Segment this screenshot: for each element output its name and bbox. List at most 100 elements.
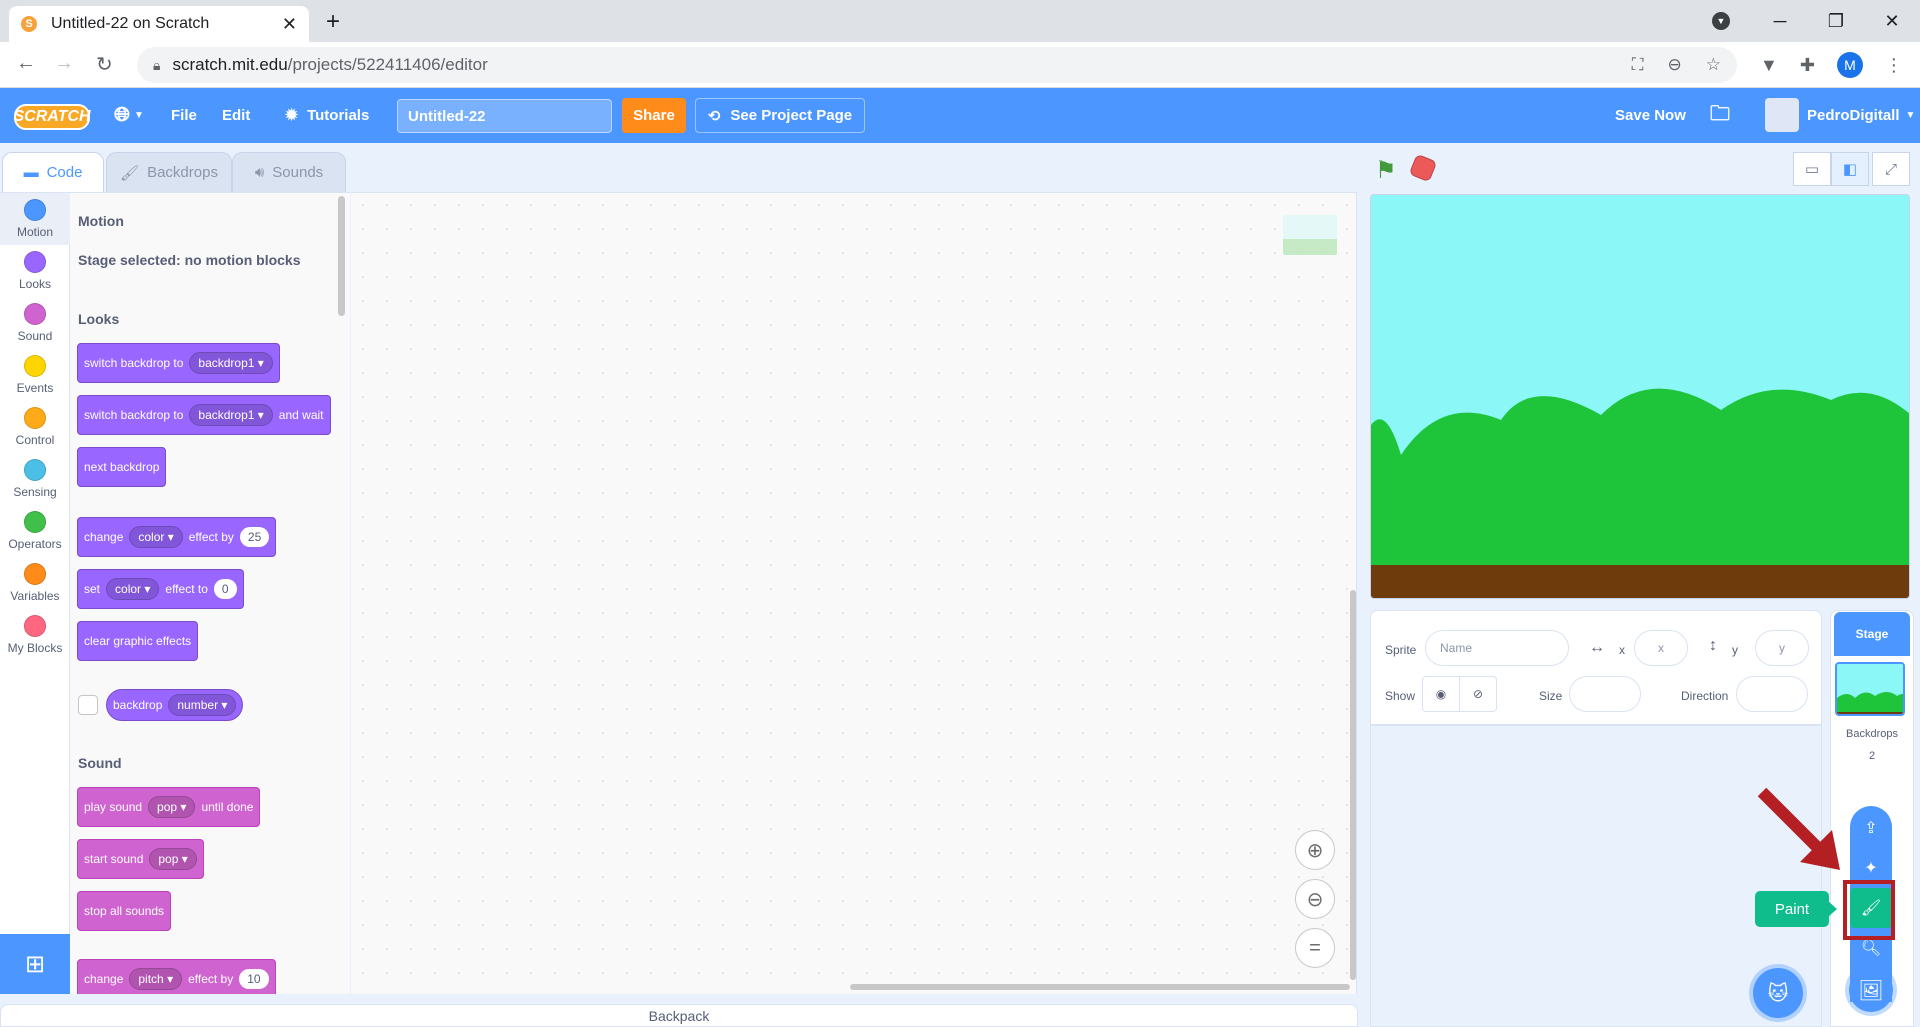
category-looks[interactable]: Looks — [0, 245, 70, 297]
stop-sign-icon[interactable] — [1408, 153, 1438, 183]
zoom-out-button[interactable]: ⊖ — [1295, 879, 1335, 919]
file-menu[interactable]: File — [171, 88, 197, 143]
my-stuff-folder-icon[interactable]: 🗀 — [1710, 88, 1730, 143]
category-control[interactable]: Control — [0, 401, 70, 453]
stage-canvas[interactable] — [1370, 194, 1910, 599]
choose-backdrop-button[interactable]: 🖼︎ — [1849, 968, 1893, 1012]
see-project-page-button[interactable]: ⟲ See Project Page — [695, 98, 865, 133]
pitch-amount-input[interactable]: 10 — [239, 969, 269, 989]
effect-dropdown[interactable]: color ▾ — [129, 526, 183, 548]
tab-search-icon[interactable]: ▼ — [1712, 12, 1730, 30]
edit-menu[interactable]: Edit — [222, 88, 250, 143]
palette-scrollbar[interactable] — [338, 196, 345, 316]
category-motion[interactable]: Motion — [0, 193, 70, 245]
effect-dropdown[interactable]: color ▾ — [106, 578, 160, 600]
project-title-input[interactable]: Untitled-22 — [397, 99, 612, 133]
category-sound[interactable]: Sound — [0, 297, 70, 349]
minimize-icon[interactable]: ─ — [1752, 11, 1808, 32]
change-pitch-block[interactable]: change pitch ▾ effect by 10 — [77, 959, 276, 994]
set-effect-block[interactable]: set color ▾ effect to 0 — [77, 569, 244, 609]
backdrop-dropdown[interactable]: backdrop1 ▾ — [189, 352, 273, 374]
extension-icon[interactable]: ▼ — [1760, 55, 1778, 76]
clear-graphic-effects-block[interactable]: clear graphic effects — [77, 621, 199, 661]
x-input[interactable]: x — [1634, 630, 1688, 666]
bookmark-star-icon[interactable]: ☆ — [1706, 55, 1721, 75]
add-extension-button[interactable]: ⊞ — [0, 934, 70, 994]
user-avatar[interactable] — [1765, 98, 1799, 132]
change-effect-block[interactable]: change color ▾ effect by 25 — [77, 517, 277, 557]
green-flag-icon[interactable]: ⚑ — [1375, 156, 1397, 185]
reload-icon[interactable]: ↻ — [96, 52, 113, 77]
workspace-vertical-scrollbar[interactable] — [1350, 590, 1356, 980]
stage-thumbnail[interactable] — [1835, 662, 1905, 716]
x-label: x — [1619, 643, 1625, 657]
block-text: change — [84, 530, 124, 544]
translate-icon[interactable]: ⛶ — [1632, 55, 1644, 75]
block-palette: Motion Stage selected: no motion blocks … — [70, 192, 350, 994]
share-button[interactable]: Share — [622, 98, 686, 133]
zoom-reset-button[interactable]: = — [1295, 928, 1335, 968]
choose-sprite-button[interactable]: 🐱︎ — [1753, 968, 1803, 1018]
sound-category-icon — [24, 303, 46, 325]
close-window-icon[interactable]: ✕ — [1864, 11, 1920, 32]
fullscreen-button[interactable]: ⤢ — [1872, 152, 1910, 186]
start-sound-block[interactable]: start sound pop ▾ — [77, 839, 204, 879]
browser-menu-icon[interactable]: ⋮ — [1885, 55, 1903, 76]
show-visible-button[interactable]: ◉ — [1422, 676, 1460, 712]
sprite-name-input[interactable]: Name — [1425, 630, 1569, 666]
category-events[interactable]: Events — [0, 349, 70, 401]
zoom-in-button[interactable]: ⊕ — [1295, 830, 1335, 870]
play-sound-until-done-block[interactable]: play sound pop ▾ until done — [77, 787, 261, 827]
category-my-blocks[interactable]: My Blocks — [0, 609, 70, 661]
zoom-icon[interactable]: ⊖ — [1668, 55, 1682, 75]
tab-backdrops[interactable]: 🖌︎ Backdrops — [106, 152, 232, 192]
puzzle-icon[interactable]: ✚ — [1800, 55, 1815, 76]
switch-backdrop-and-wait-block[interactable]: switch backdrop to backdrop1 ▾ and wait — [77, 395, 331, 435]
code-workspace[interactable] — [351, 192, 1357, 994]
category-operators[interactable]: Operators — [0, 505, 70, 557]
tab-sounds[interactable]: 🔊︎ Sounds — [232, 152, 346, 192]
browser-tab[interactable]: S Untitled-22 on Scratch ✕ — [9, 6, 309, 42]
back-icon[interactable]: ← — [16, 52, 36, 75]
workspace-horizontal-scrollbar[interactable] — [850, 984, 1350, 990]
category-sensing[interactable]: Sensing — [0, 453, 70, 505]
lock-icon[interactable]: 🔒︎ — [153, 57, 160, 74]
effect-value-input[interactable]: 0 — [213, 579, 237, 599]
block-text: stop all sounds — [84, 904, 165, 918]
maximize-icon[interactable]: ❐ — [1808, 11, 1864, 32]
profile-avatar[interactable]: M — [1836, 52, 1863, 78]
stage-target-header[interactable]: Stage — [1834, 612, 1910, 656]
sound-effect-dropdown[interactable]: pitch ▾ — [129, 968, 183, 990]
backdrop-dropdown[interactable]: backdrop1 ▾ — [189, 404, 273, 426]
upload-backdrop-button[interactable]: ⇪ — [1850, 808, 1892, 848]
backpack-bar[interactable]: Backpack — [0, 1004, 1358, 1027]
stop-all-sounds-block[interactable]: stop all sounds — [77, 891, 172, 931]
sound-dropdown[interactable]: pop ▾ — [149, 848, 197, 870]
tab-code[interactable]: ▬ Code — [2, 152, 104, 192]
category-variables[interactable]: Variables — [0, 557, 70, 609]
category-label: My Blocks — [7, 641, 63, 655]
scratch-logo[interactable]: SCRATCH — [13, 104, 91, 130]
direction-input[interactable] — [1736, 676, 1808, 712]
save-now-button[interactable]: Save Now — [1615, 88, 1686, 143]
close-tab-icon[interactable]: ✕ — [282, 14, 297, 35]
backdrop-attr-dropdown[interactable]: number ▾ — [168, 694, 237, 716]
size-input[interactable] — [1569, 676, 1641, 712]
size-label: Size — [1539, 689, 1563, 703]
small-stage-button[interactable]: ▭ — [1793, 152, 1831, 186]
account-menu[interactable]: PedroDigitall ▼ — [1807, 88, 1915, 143]
switch-backdrop-block[interactable]: switch backdrop to backdrop1 ▾ — [77, 343, 280, 383]
normal-stage-button[interactable]: ◧ — [1831, 152, 1869, 186]
next-backdrop-block[interactable]: next backdrop — [77, 447, 167, 487]
y-input[interactable]: y — [1755, 630, 1809, 666]
backdrop-number-reporter[interactable]: backdrop number ▾ — [106, 689, 244, 721]
sound-dropdown[interactable]: pop ▾ — [148, 796, 196, 818]
forward-icon[interactable]: → — [54, 52, 74, 75]
address-bar[interactable]: 🔒︎ scratch.mit.edu/projects/522411406/ed… — [137, 47, 1737, 83]
backdrop-reporter-checkbox[interactable] — [78, 695, 98, 715]
effect-amount-input[interactable]: 25 — [239, 527, 270, 547]
language-menu[interactable]: 🌐︎ ▼ — [114, 88, 144, 143]
show-hidden-button[interactable]: ⊘ — [1459, 676, 1497, 712]
tutorials-menu[interactable]: ✹ Tutorials — [284, 88, 369, 143]
new-tab-icon[interactable]: + — [326, 8, 340, 36]
